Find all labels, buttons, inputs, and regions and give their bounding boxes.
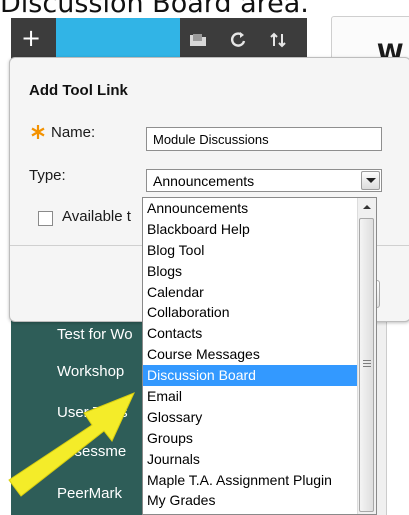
caption-text: Discussion Board area. (0, 0, 309, 19)
dropdown-option[interactable]: Email (143, 386, 357, 407)
dropdown-option[interactable]: Maple T.A. Assignment Plugin (143, 470, 357, 491)
sidebar-item-peermark[interactable]: PeerMark (57, 485, 122, 502)
dropdown-option[interactable]: Discussion Board (143, 365, 357, 387)
toolbar-highlight (56, 18, 180, 62)
panel-title: Add Tool Link (29, 82, 128, 99)
grip-line (363, 360, 371, 361)
dropdown-option[interactable]: Blog Tool (143, 240, 357, 261)
dropdown-options: Announcements Blackboard Help Blog Tool Blo… (143, 198, 376, 514)
grip-line (363, 366, 371, 367)
chevron-down-icon[interactable] (361, 171, 380, 190)
add-menu-item-button[interactable]: + (21, 25, 41, 51)
dropdown-option[interactable]: Calendar (143, 282, 357, 303)
type-select-value: Announcements (153, 173, 255, 189)
dropdown-option[interactable]: Glossary (143, 407, 357, 428)
dropdown-option[interactable]: Online Attendance (143, 511, 357, 514)
scroll-up-icon[interactable] (358, 198, 376, 216)
folder-icon[interactable] (187, 29, 209, 51)
dropdown-option[interactable]: Course Messages (143, 344, 357, 365)
name-label: Name: (51, 124, 96, 141)
dropdown-scrollbar[interactable] (357, 198, 376, 514)
sort-icon[interactable] (267, 29, 289, 51)
available-label: Available t (62, 208, 131, 225)
sidebar-item-assessment[interactable]: Assessme (57, 443, 126, 460)
course-menu-toolbar: + (11, 18, 307, 62)
scrollbar-thumb[interactable] (359, 218, 374, 512)
dropdown-option[interactable]: Journals (143, 449, 357, 470)
sidebar-item-user-tools[interactable]: User Tools (57, 404, 128, 421)
dropdown-option[interactable]: Contacts (143, 323, 357, 344)
sidebar-item-test[interactable]: Test for Wo (57, 326, 133, 343)
dropdown-option[interactable]: Blackboard Help (143, 219, 357, 240)
available-checkbox[interactable] (38, 211, 53, 226)
grip-line (363, 363, 371, 364)
sidebar-item-workshop[interactable]: Workshop (57, 363, 124, 380)
type-label: Type: (29, 167, 66, 184)
required-star-icon (31, 125, 45, 139)
dropdown-option[interactable]: My Grades (143, 490, 357, 511)
dropdown-option[interactable]: Groups (143, 428, 357, 449)
column-divider (386, 318, 387, 515)
dropdown-option[interactable]: Announcements (143, 198, 357, 219)
type-select[interactable]: Announcements (146, 169, 382, 192)
type-dropdown-list[interactable]: Announcements Blackboard Help Blog Tool Blo… (142, 197, 377, 515)
refresh-icon[interactable] (227, 29, 249, 51)
name-input[interactable] (146, 127, 382, 151)
dropdown-option[interactable]: Blogs (143, 261, 357, 282)
dropdown-option[interactable]: Collaboration (143, 302, 357, 323)
